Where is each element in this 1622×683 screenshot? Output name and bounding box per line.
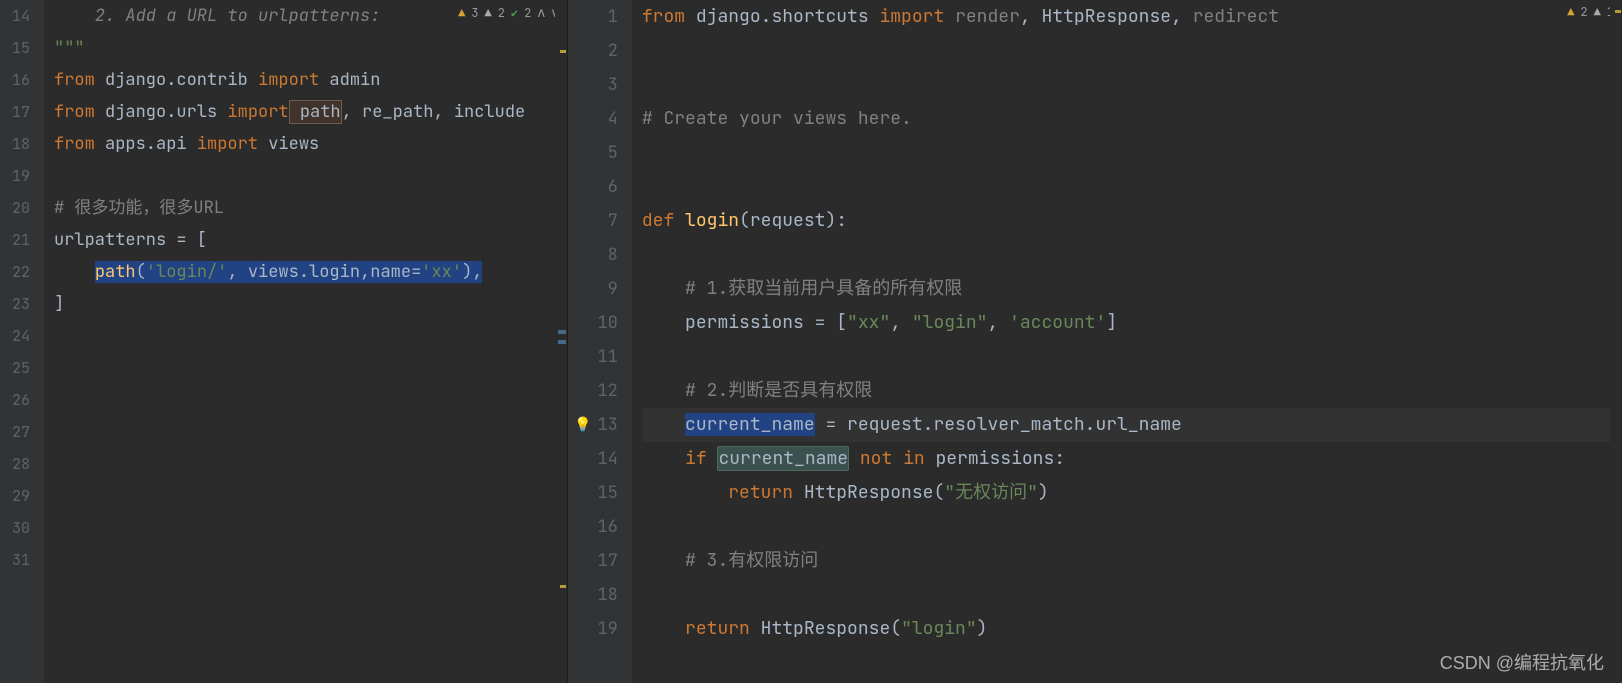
editor-pane-right: 123456789101112💡13141516171819 from djan… [568,0,1622,683]
warning-count: 2 [1580,4,1587,20]
inspection-widget-right[interactable]: ▲2 ▲1 [1567,4,1614,20]
scrollbar-right[interactable] [1610,0,1622,683]
code-left[interactable]: 2. Add a URL to urlpatterns:"""from djan… [44,0,567,683]
warning-count: 3 [471,5,478,21]
chevron-up-icon[interactable]: ʌ [537,4,545,21]
intention-bulb-icon[interactable]: 💡 [574,408,591,442]
split-editor: 141516171819202122232425262728293031 2. … [0,0,1622,683]
ok-icon: ✔ [511,5,518,21]
inspection-widget-left[interactable]: ▲3 ▲2 ✔2 ʌ v [458,4,559,21]
weak-warning-icon: ▲ [1594,4,1601,20]
editor-left[interactable]: 141516171819202122232425262728293031 2. … [0,0,567,683]
ok-count: 2 [524,5,531,21]
watermark: CSDN @编程抗氧化 [1440,649,1604,675]
editor-right[interactable]: 123456789101112💡13141516171819 from djan… [568,0,1622,683]
warning-icon: ▲ [458,5,465,21]
weak-count: 2 [498,5,505,21]
editor-pane-left: 141516171819202122232425262728293031 2. … [0,0,568,683]
scrollbar-left[interactable] [555,0,567,683]
weak-warning-icon: ▲ [485,5,492,21]
gutter-left[interactable]: 141516171819202122232425262728293031 [0,0,44,683]
warning-icon: ▲ [1567,4,1574,20]
gutter-right[interactable]: 123456789101112💡13141516171819 [568,0,632,683]
code-right[interactable]: from django.shortcuts import render, Htt… [632,0,1622,683]
